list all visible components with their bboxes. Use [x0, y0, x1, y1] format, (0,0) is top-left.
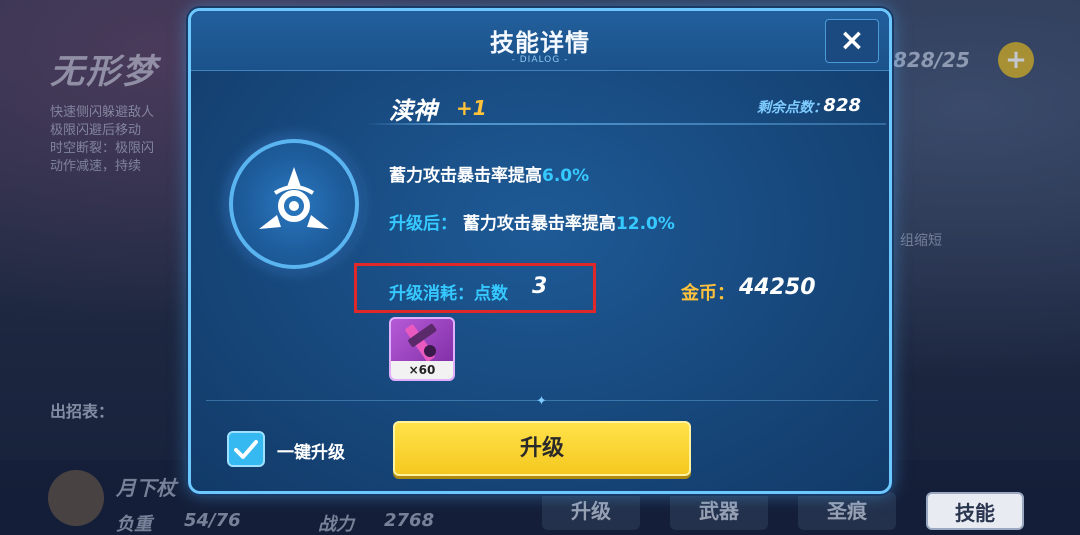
tab-weapon[interactable]: 武器: [670, 492, 768, 530]
next-effect-prefix: 升级后：: [389, 214, 457, 234]
current-effect: 蓄力攻击暴击率提高6.0%: [389, 161, 589, 186]
weight-label: 负重: [116, 514, 152, 535]
close-button[interactable]: ×: [825, 19, 879, 63]
gold-value: 44250: [739, 275, 816, 300]
next-effect-value: 12.0%: [615, 214, 675, 234]
power-value: 2768: [384, 510, 435, 531]
next-effect: 升级后： 蓄力攻击暴击率提高12.0%: [389, 209, 675, 234]
divider: [366, 123, 886, 125]
material-item[interactable]: ×60: [389, 317, 455, 381]
next-effect-text: 蓄力攻击暴击率提高: [462, 214, 616, 234]
one-click-label[interactable]: 一键升级: [277, 438, 345, 463]
character-name: 月下杖: [116, 476, 176, 500]
background-counter: 828/25: [893, 48, 970, 72]
skill-emblem-icon: [259, 167, 329, 229]
background-side-text: 组缩短: [900, 233, 942, 249]
skill-name: 渎神: [389, 97, 437, 125]
dialog-subtitle: - DIALOG -: [511, 55, 569, 65]
divider-ornament: ✦: [536, 394, 547, 409]
skill-level: +1: [456, 96, 487, 120]
checkmark-icon: [234, 440, 258, 459]
skill-icon-frame: [229, 139, 359, 269]
moves-label: 出招表：: [50, 402, 115, 421]
tab-upgrade[interactable]: 升级: [542, 492, 640, 530]
background-description: 快速侧闪躲避敌人 极限闪避后移动 时空断裂：极限闪 动作减速，持续: [50, 105, 155, 174]
plus-icon[interactable]: +: [998, 42, 1034, 78]
remaining-points-label: 剩余点数：: [757, 100, 827, 116]
tab-skill[interactable]: 技能: [926, 492, 1024, 530]
close-icon: ×: [839, 23, 865, 58]
one-click-checkbox[interactable]: [227, 431, 265, 467]
material-item-icon: [405, 323, 437, 362]
current-effect-value: 6.0%: [542, 166, 590, 186]
remaining-points-value: 828: [823, 95, 861, 116]
current-effect-text: 蓄力攻击暴击率提高: [389, 166, 542, 186]
tab-stigmata[interactable]: 圣痕: [798, 492, 896, 530]
cost-value: 3: [532, 274, 548, 299]
skill-detail-dialog: 技能详情 - DIALOG - × 渎神 +1 剩余点数： 828 蓄力攻击暴击…: [188, 8, 892, 494]
weight-value: 54/76: [184, 510, 241, 531]
gold-label: 金币：: [681, 283, 735, 304]
upgrade-button[interactable]: 升级: [393, 421, 691, 476]
power-label: 战力: [318, 514, 354, 535]
dialog-title: 技能详情: [490, 29, 590, 57]
background-title: 无形梦: [50, 52, 158, 92]
cost-label: 升级消耗：点数: [389, 284, 508, 304]
character-avatar: [48, 470, 104, 526]
dialog-header: 技能详情 - DIALOG - ×: [191, 11, 889, 71]
item-count: ×60: [391, 361, 453, 379]
